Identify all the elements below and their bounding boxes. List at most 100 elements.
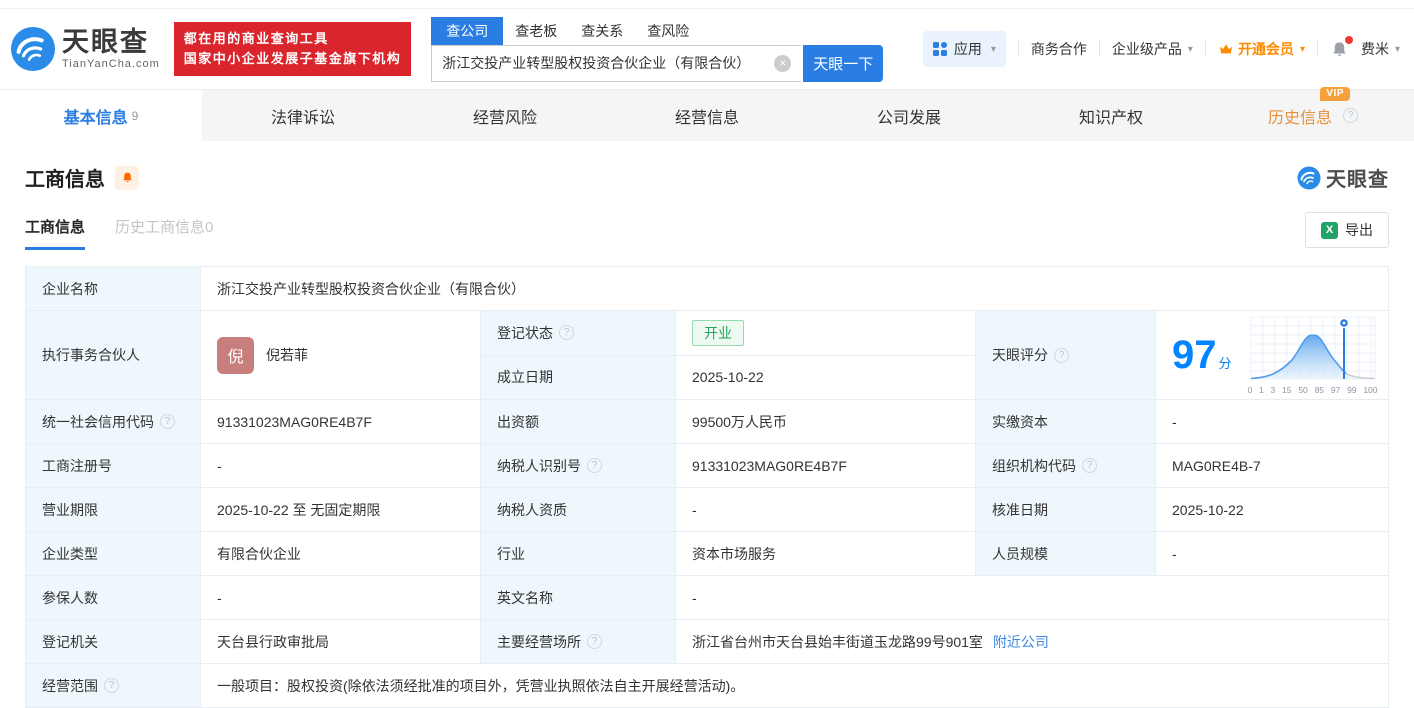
field-label: 组织机构代码? bbox=[976, 444, 1156, 488]
divider bbox=[1099, 41, 1100, 57]
user-menu[interactable]: 费米 ▾ bbox=[1361, 39, 1400, 59]
help-icon[interactable]: ? bbox=[1054, 348, 1069, 363]
executive-partner-cell: 倪 倪若菲 bbox=[201, 311, 481, 400]
brand-domain: TianYanCha.com bbox=[62, 58, 160, 70]
brand-logo[interactable]: 天眼查 TianYanCha.com bbox=[10, 26, 160, 72]
score-unit: 分 bbox=[1219, 356, 1232, 371]
table-row: 企业名称 浙江交投产业转型股权投资合伙企业（有限合伙） bbox=[26, 267, 1389, 311]
insured-count-value: - bbox=[201, 576, 481, 620]
field-label: 登记状态? bbox=[481, 311, 676, 356]
score-cell[interactable]: 97分 bbox=[1156, 311, 1389, 400]
taxpayer-quality-value: - bbox=[676, 488, 976, 532]
tab-intellectual-property[interactable]: 知识产权 bbox=[1010, 90, 1212, 141]
open-vip-link[interactable]: 开通会员 ▾ bbox=[1218, 39, 1305, 59]
slogan-line-1: 都在用的商业查询工具 bbox=[184, 29, 402, 49]
tab-basic-label: 基本信息 bbox=[64, 104, 128, 128]
field-label: 企业名称 bbox=[26, 267, 201, 311]
field-label: 参保人数 bbox=[26, 576, 201, 620]
chart-axis-ticks: 0131550859799100 bbox=[1248, 385, 1378, 395]
apps-menu[interactable]: 应用 ▾ bbox=[923, 31, 1006, 67]
nearby-companies-link[interactable]: 附近公司 bbox=[993, 634, 1049, 650]
business-scope-value: 一般项目：股权投资(除依法须经批准的项目外，凭营业执照依法自主开展经营活动)。 bbox=[201, 664, 1389, 708]
field-label: 成立日期 bbox=[481, 355, 676, 400]
header-nav: 应用 ▾ 商务合作 企业级产品 ▾ 开通会员 ▾ 费米 ▾ bbox=[923, 31, 1400, 67]
subtab-history-business-info[interactable]: 历史工商信息0 bbox=[115, 216, 213, 250]
crown-icon bbox=[1218, 41, 1234, 57]
industry-value: 资本市场服务 bbox=[676, 532, 976, 576]
help-icon[interactable]: ? bbox=[1082, 458, 1097, 473]
table-row: 参保人数 - 英文名称 - bbox=[26, 576, 1389, 620]
tab-basic-count: 9 bbox=[132, 109, 139, 123]
clear-icon[interactable]: × bbox=[774, 55, 791, 72]
export-button[interactable]: X 导出 bbox=[1305, 212, 1389, 248]
help-icon[interactable]: ? bbox=[587, 458, 602, 473]
subscribe-bell-button[interactable] bbox=[115, 166, 139, 190]
export-label: 导出 bbox=[1345, 220, 1373, 240]
tab-legal[interactable]: 法律诉讼 bbox=[202, 90, 404, 141]
help-icon[interactable]: ? bbox=[1343, 108, 1358, 123]
org-code-value: MAG0RE4B-7 bbox=[1156, 444, 1389, 488]
watermark-text: 天眼查 bbox=[1326, 163, 1389, 192]
bell-curve-chart bbox=[1248, 315, 1378, 381]
search-tabs: 查公司 查老板 查关系 查风险 bbox=[431, 17, 883, 45]
establish-date-value: 2025-10-22 bbox=[676, 355, 976, 400]
field-label: 纳税人识别号? bbox=[481, 444, 676, 488]
staff-size-value: - bbox=[1156, 532, 1389, 576]
watermark-logo: 天眼查 bbox=[1297, 163, 1389, 192]
company-name-value: 浙江交投产业转型股权投资合伙企业（有限合伙） bbox=[201, 267, 1389, 311]
status-badge: 开业 bbox=[692, 320, 744, 346]
field-label: 实缴资本 bbox=[976, 400, 1156, 444]
enterprise-products-label: 企业级产品 bbox=[1112, 39, 1182, 59]
help-icon[interactable]: ? bbox=[160, 414, 175, 429]
tab-operating-info[interactable]: 经营信息 bbox=[606, 90, 808, 141]
biz-cooperation-link[interactable]: 商务合作 bbox=[1031, 39, 1087, 59]
brand-text: 天眼查 TianYanCha.com bbox=[62, 29, 160, 70]
brand-name: 天眼查 bbox=[62, 29, 160, 56]
chevron-down-icon: ▾ bbox=[1395, 44, 1400, 55]
help-icon[interactable]: ? bbox=[587, 634, 602, 649]
company-tabs: 基本信息 9 法律诉讼 经营风险 经营信息 公司发展 知识产权 VIP 历史信息… bbox=[0, 89, 1414, 141]
search-tab-boss[interactable]: 查老板 bbox=[503, 17, 569, 45]
search-tab-relation[interactable]: 查关系 bbox=[569, 17, 635, 45]
slogan-line-2: 国家中小企业发展子基金旗下机构 bbox=[184, 49, 402, 69]
search-tab-risk[interactable]: 查风险 bbox=[635, 17, 701, 45]
apps-grid-icon bbox=[933, 42, 947, 56]
field-label: 登记机关 bbox=[26, 620, 201, 664]
english-name-value: - bbox=[676, 576, 1389, 620]
field-label: 营业期限 bbox=[26, 488, 201, 532]
business-place-value: 浙江省台州市天台县始丰街道玉龙路99号901室 bbox=[692, 634, 983, 650]
reg-status-label: 登记状态 bbox=[497, 323, 553, 343]
apps-label: 应用 bbox=[954, 39, 982, 59]
notifications-bell[interactable] bbox=[1330, 40, 1349, 59]
subtab-business-info[interactable]: 工商信息 bbox=[25, 216, 85, 250]
business-term-value: 2025-10-22 至 无固定期限 bbox=[201, 488, 481, 532]
avatar[interactable]: 倪 bbox=[217, 337, 254, 374]
taxpayer-id-value: 91331023MAG0RE4B7F bbox=[676, 444, 976, 488]
search-button[interactable]: 天眼一下 bbox=[803, 45, 883, 82]
top-hairline bbox=[0, 0, 1414, 9]
help-icon[interactable]: ? bbox=[559, 325, 574, 340]
tab-history-info[interactable]: VIP 历史信息 ? bbox=[1212, 90, 1414, 141]
enterprise-products-menu[interactable]: 企业级产品 ▾ bbox=[1112, 39, 1193, 59]
divider bbox=[1018, 41, 1019, 57]
field-label: 企业类型 bbox=[26, 532, 201, 576]
tab-operating-risk[interactable]: 经营风险 bbox=[404, 90, 606, 141]
divider bbox=[1205, 41, 1206, 57]
slogan-banner: 都在用的商业查询工具 国家中小企业发展子基金旗下机构 bbox=[174, 22, 412, 76]
help-icon[interactable]: ? bbox=[104, 678, 119, 693]
table-row: 统一社会信用代码? 91331023MAG0RE4B7F 出资额 99500万人… bbox=[26, 400, 1389, 444]
credit-code-value: 91331023MAG0RE4B7F bbox=[201, 400, 481, 444]
field-label: 人员规模 bbox=[976, 532, 1156, 576]
tab-basic-info[interactable]: 基本信息 9 bbox=[0, 90, 202, 141]
open-vip-label: 开通会员 bbox=[1238, 39, 1294, 59]
reg-status-cell: 开业 bbox=[676, 311, 976, 356]
tab-development[interactable]: 公司发展 bbox=[808, 90, 1010, 141]
field-label: 行业 bbox=[481, 532, 676, 576]
search-input[interactable] bbox=[431, 45, 801, 82]
bell-icon bbox=[121, 171, 134, 184]
tianyancha-logo-icon bbox=[1297, 166, 1321, 190]
partner-name[interactable]: 倪若菲 bbox=[266, 345, 308, 365]
table-row: 营业期限 2025-10-22 至 无固定期限 纳税人资质 - 核准日期 202… bbox=[26, 488, 1389, 532]
search-tab-company[interactable]: 查公司 bbox=[431, 17, 503, 45]
field-label: 统一社会信用代码? bbox=[26, 400, 201, 444]
